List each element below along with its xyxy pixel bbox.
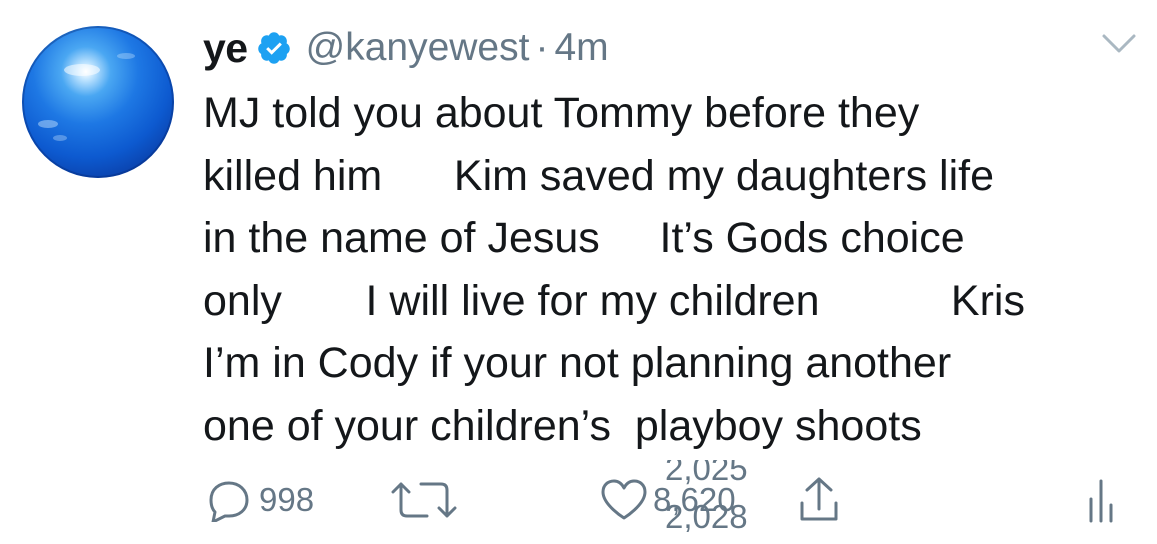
retweet-button[interactable] xyxy=(391,474,457,526)
tweet-actions: 998 2,025 2,028 8,620 xyxy=(203,460,1143,534)
tweet-timestamp[interactable]: 4m xyxy=(554,26,608,70)
tweet-text-line: MJ told you about Tommy before they xyxy=(203,89,920,137)
reply-count: 998 xyxy=(259,481,315,518)
heart-icon xyxy=(601,479,647,520)
tweet-text-line: one of your children’s playboy shoots xyxy=(203,401,922,450)
reply-button[interactable]: 998 xyxy=(203,474,314,526)
share-button[interactable] xyxy=(797,474,841,526)
author-handle[interactable]: @kanyewest xyxy=(306,26,530,70)
tweet-header: ye @kanyewest · 4m xyxy=(203,22,609,74)
tweet-text-line: in the name of Jesus It’s Gods choice xyxy=(203,214,965,262)
like-button[interactable]: 8,620 xyxy=(599,474,736,526)
share-icon xyxy=(800,477,838,521)
analytics-button[interactable] xyxy=(1083,474,1119,526)
tweet-text-line: only I will live for my children Kris xyxy=(203,276,1025,325)
tweet-text: MJ told you about Tommy before they kill… xyxy=(203,82,1143,457)
author-name[interactable]: ye xyxy=(203,25,248,72)
globe-image xyxy=(22,26,174,178)
tweet-text-line: I’m in Cody if your not planning another xyxy=(203,339,952,387)
tweet-text-line: killed him Kim saved my daughters life xyxy=(203,151,995,200)
analytics-icon xyxy=(1089,479,1113,523)
verified-badge-icon xyxy=(257,32,290,64)
chevron-down-icon[interactable] xyxy=(1101,33,1137,55)
avatar[interactable] xyxy=(22,26,174,178)
retweet-icon xyxy=(391,482,457,518)
reply-icon xyxy=(209,481,249,522)
like-count: 8,620 xyxy=(653,481,736,518)
header-separator: · xyxy=(535,26,549,69)
